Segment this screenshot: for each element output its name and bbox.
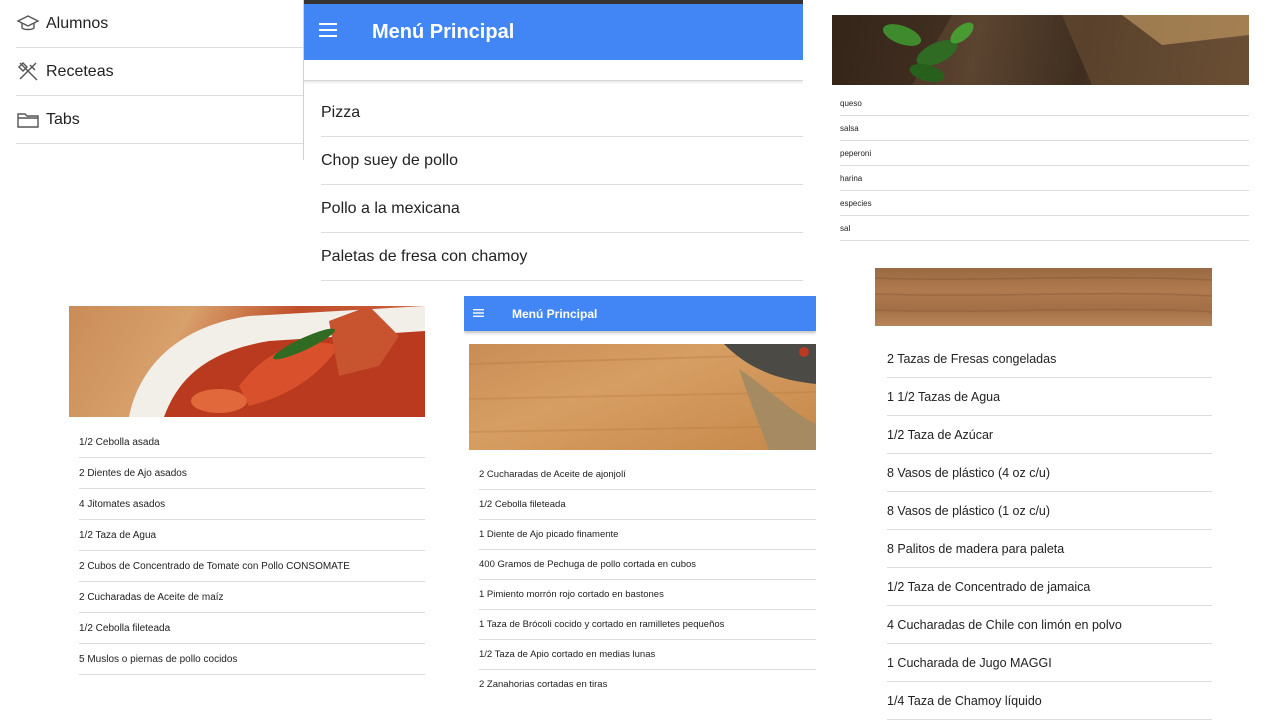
side-menu-item-receteas[interactable]: Receteas (16, 48, 304, 96)
pizza-hero-image (832, 15, 1249, 85)
page-title: Menú Principal (512, 306, 598, 321)
list-item-ingredient: 2 Cubos de Concentrado de Tomate con Pol… (79, 551, 425, 582)
side-menu-item-label: Alumnos (46, 14, 109, 32)
hamburger-menu-icon[interactable] (472, 307, 486, 321)
hamburger-menu-icon[interactable] (318, 21, 342, 44)
app-toolbar: Menú Principal (464, 296, 816, 331)
list-item-ingredient: 1/2 Cebolla fileteada (479, 490, 816, 520)
list-item-ingredient: 1 Pimiento morrón rojo cortado en baston… (479, 580, 816, 610)
list-item-ingredient: 1 Diente de Ajo picado finamente (479, 520, 816, 550)
list-item-ingredient: 4 Jitomates asados (79, 489, 425, 520)
pollo-hero-image (69, 306, 425, 417)
list-item-ingredient: 2 Cucharadas de Aceite de maíz (79, 582, 425, 613)
paletas-screen: 2 Tazas de Fresas congeladas 1 1/2 Tazas… (875, 268, 1212, 720)
list-item-ingredient: 1/2 Taza de Agua (79, 520, 425, 551)
list-item-ingredient: 8 Palitos de madera para paleta (887, 530, 1212, 568)
folder-icon (16, 108, 40, 132)
list-item-ingredient: 1/2 Taza de Apio cortado en medias lunas (479, 640, 816, 670)
graduation-cap-icon (16, 12, 40, 36)
list-item-ingredient: 1 1/2 Tazas de Agua (887, 378, 1212, 416)
list-item-ingredient: 1/2 Taza de Concentrado de jamaica (887, 568, 1212, 606)
list-item-recipe[interactable]: Pollo a la mexicana (321, 185, 803, 233)
chop-suey-screen: Menú Principal 2 Cucharadas de Aceite de… (464, 296, 816, 696)
app-toolbar: Menú Principal (304, 4, 803, 60)
list-item-ingredient: salsa (840, 116, 1249, 141)
recipe-list: Pizza Chop suey de pollo Pollo a la mexi… (304, 89, 803, 281)
list-item-recipe[interactable]: Chop suey de pollo (321, 137, 803, 185)
list-item-ingredient: 1 Cucharada de Jugo MAGGI (887, 644, 1212, 682)
list-item-ingredient: 1/2 Cebolla fileteada (79, 613, 425, 644)
list-item-ingredient: 1/2 Cebolla asada (79, 427, 425, 458)
list-item-ingredient: 1/2 Taza de Azúcar (887, 416, 1212, 454)
pollo-mexicana-screen: 1/2 Cebolla asada 2 Dientes de Ajo asado… (69, 306, 425, 678)
ingredient-list: queso salsa peperoni harina especies sal (832, 91, 1249, 241)
side-menu-item-label: Receteas (46, 62, 114, 80)
list-item-ingredient: 8 Vasos de plástico (1 oz c/u) (887, 492, 1212, 530)
list-item-ingredient: 1/4 Taza de Chamoy líquido (887, 682, 1212, 720)
list-item-ingredient: 5 Muslos o piernas de pollo cocidos (79, 644, 425, 675)
side-menu-item-alumnos[interactable]: Alumnos (16, 0, 304, 48)
toolbar-shadow (304, 60, 803, 81)
list-item-ingredient: 2 Cucharadas de Aceite de ajonjolí (479, 460, 816, 490)
list-item-ingredient: 400 Gramos de Pechuga de pollo cortada e… (479, 550, 816, 580)
list-item-recipe[interactable]: Pizza (321, 89, 803, 137)
menu-principal-screen: Menú Principal Pizza Chop suey de pollo … (304, 0, 803, 285)
ingredient-list: 2 Cucharadas de Aceite de ajonjolí 1/2 C… (464, 460, 816, 696)
list-item-ingredient: harina (840, 166, 1249, 191)
side-menu: Alumnos Receteas Tabs (0, 0, 304, 160)
list-item-ingredient: queso (840, 91, 1249, 116)
list-item-ingredient: 2 Zanahorias cortadas en tiras (479, 670, 816, 696)
pizza-ingredients-screen: queso salsa peperoni harina especies sal (832, 15, 1249, 250)
utensils-icon (16, 60, 40, 84)
list-item-ingredient: 2 Dientes de Ajo asados (79, 458, 425, 489)
ingredient-list: 2 Tazas de Fresas congeladas 1 1/2 Tazas… (875, 340, 1212, 720)
chop-suey-hero-image (469, 344, 816, 450)
list-item-ingredient: especies (840, 191, 1249, 216)
list-item-ingredient: peperoni (840, 141, 1249, 166)
list-item-recipe[interactable]: Paletas de fresa con chamoy (321, 233, 803, 281)
ingredient-list: 1/2 Cebolla asada 2 Dientes de Ajo asado… (69, 427, 425, 675)
list-item-ingredient: 8 Vasos de plástico (4 oz c/u) (887, 454, 1212, 492)
page-title: Menú Principal (372, 20, 515, 43)
list-item-ingredient: 1 Taza de Brócoli cocido y cortado en ra… (479, 610, 816, 640)
side-menu-item-tabs[interactable]: Tabs (16, 96, 304, 144)
list-item-ingredient: 2 Tazas de Fresas congeladas (887, 340, 1212, 378)
list-item-ingredient: 4 Cucharadas de Chile con limón en polvo (887, 606, 1212, 644)
paletas-hero-image (875, 268, 1212, 326)
list-item-ingredient: sal (840, 216, 1249, 241)
side-menu-item-label: Tabs (46, 110, 80, 128)
